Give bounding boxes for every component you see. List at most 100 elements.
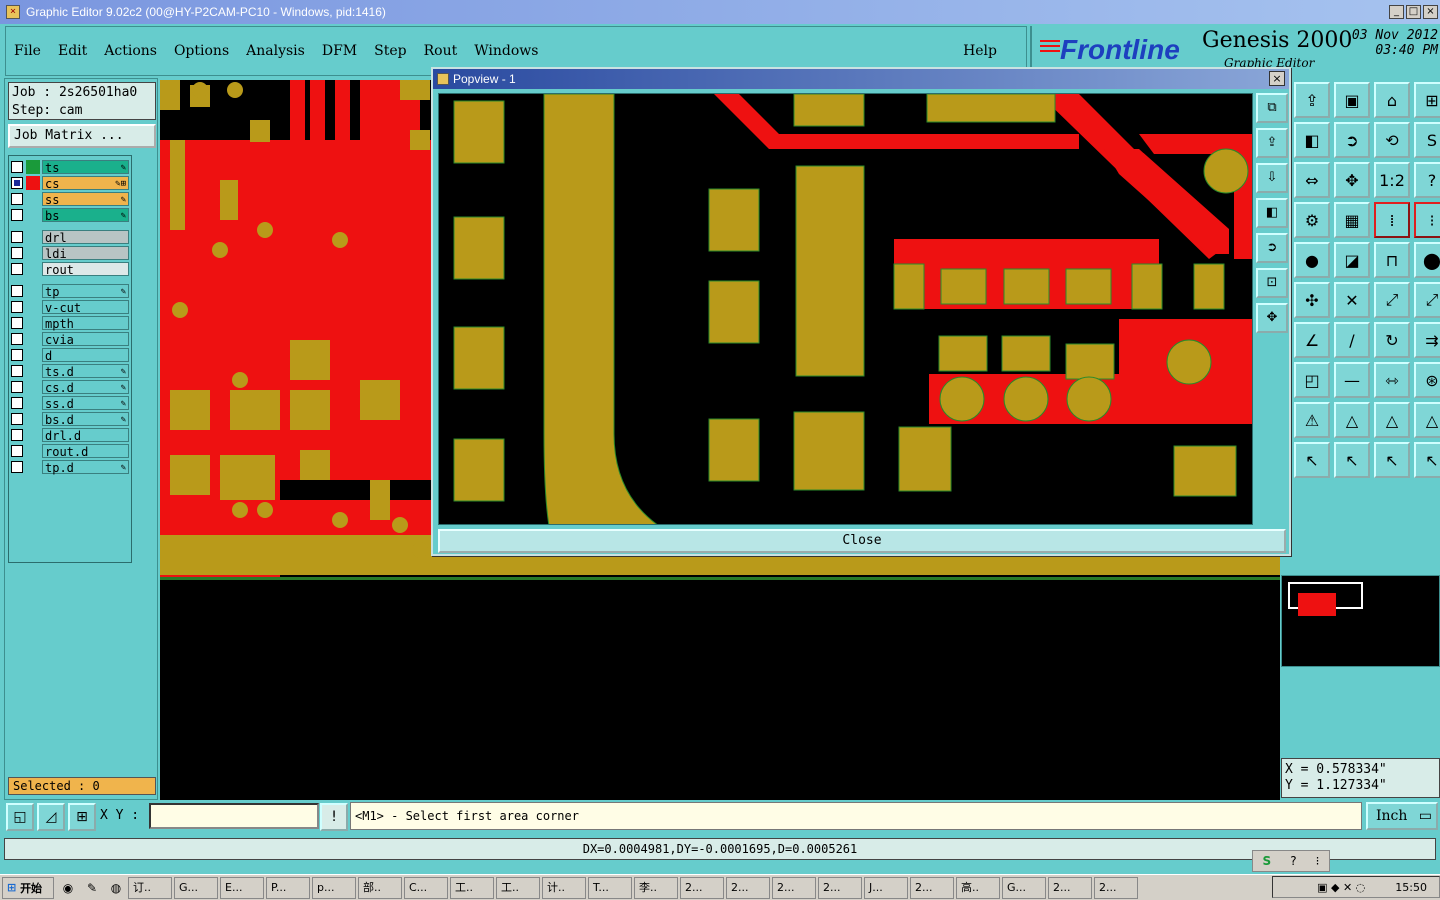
angle-mode-icon[interactable]: ◿: [37, 803, 65, 831]
layer-color-swatch[interactable]: [26, 364, 40, 378]
tool-measure-icon[interactable]: ⇿: [1374, 362, 1410, 398]
layer-color-swatch[interactable]: [26, 284, 40, 298]
layer-checkbox[interactable]: [11, 193, 23, 205]
tool-connect-icon[interactable]: ✣: [1294, 282, 1330, 318]
taskbar-button[interactable]: J...: [864, 876, 908, 899]
layer-color-swatch[interactable]: [26, 300, 40, 314]
layer-row-cs[interactable]: cs ✎⊞: [11, 175, 129, 191]
menu-rout[interactable]: Rout: [424, 43, 458, 59]
layer-row-bs[interactable]: bs ✎: [11, 207, 129, 223]
taskbar-button[interactable]: E...: [220, 876, 264, 899]
layer-row-tp.d[interactable]: tp.d ✎: [11, 459, 129, 475]
popview-zoom-icon[interactable]: ✥: [1256, 303, 1288, 333]
taskbar-button[interactable]: 2...: [726, 876, 770, 899]
xy-input[interactable]: [149, 803, 319, 829]
taskbar-button[interactable]: P...: [266, 876, 310, 899]
layer-row-d[interactable]: d: [11, 347, 129, 363]
layer-checkbox[interactable]: [11, 381, 23, 393]
job-matrix-button[interactable]: Job Matrix ...: [8, 124, 156, 148]
layer-color-swatch[interactable]: [26, 380, 40, 394]
layer-name[interactable]: ss ✎: [42, 192, 129, 207]
layer-row-ldi[interactable]: ldi: [11, 245, 129, 261]
tool-angle-icon[interactable]: ∠: [1294, 322, 1330, 358]
tool-pad-icon[interactable]: ●: [1294, 242, 1330, 278]
tool-forward-icon[interactable]: ➲: [1334, 122, 1370, 158]
quicklaunch-note-icon[interactable]: ✎: [82, 878, 102, 898]
popview-canvas[interactable]: [438, 93, 1253, 525]
tool-save-icon[interactable]: ▣: [1334, 82, 1370, 118]
taskbar-button[interactable]: 计..: [542, 876, 586, 899]
layer-color-swatch[interactable]: [26, 348, 40, 362]
layer-name[interactable]: drl: [42, 230, 129, 245]
tool-left-icon[interactable]: ◧: [1294, 122, 1330, 158]
tool-snap-icon[interactable]: S: [1414, 122, 1440, 158]
layer-checkbox[interactable]: [11, 209, 23, 221]
tool-ruler-icon[interactable]: ⊓: [1374, 242, 1410, 278]
tool-line2-icon[interactable]: ⤢: [1414, 282, 1440, 318]
tool-undo-icon[interactable]: ⟲: [1374, 122, 1410, 158]
layer-row-mpth[interactable]: mpth: [11, 315, 129, 331]
menu-edit[interactable]: Edit: [58, 43, 87, 59]
layer-name[interactable]: bs.d ✎: [42, 412, 129, 427]
tool-tri-icon[interactable]: △: [1334, 402, 1370, 438]
layer-name[interactable]: drl.d: [42, 428, 129, 443]
tool-scale-icon[interactable]: 1:2: [1374, 162, 1410, 198]
layer-row-tp[interactable]: tp ✎: [11, 283, 129, 299]
layer-name[interactable]: ldi: [42, 246, 129, 261]
layer-checkbox[interactable]: [11, 397, 23, 409]
layer-checkbox[interactable]: [11, 231, 23, 243]
layer-color-swatch[interactable]: [26, 428, 40, 442]
tool-warn-icon[interactable]: ⚠: [1294, 402, 1330, 438]
tool-net-icon[interactable]: ⁞: [1374, 202, 1410, 238]
layer-color-swatch[interactable]: [26, 230, 40, 244]
ime-help-icon[interactable]: ?: [1290, 854, 1296, 868]
popview-close-button[interactable]: Close: [438, 529, 1286, 553]
popview-close-x-button[interactable]: ×: [1269, 71, 1285, 86]
taskbar-button[interactable]: 2...: [1094, 876, 1138, 899]
quicklaunch-ie-icon[interactable]: ◉: [58, 878, 78, 898]
layer-color-swatch[interactable]: [26, 460, 40, 474]
tool-net2-icon[interactable]: ⁝: [1414, 202, 1440, 238]
menu-options[interactable]: Options: [174, 43, 229, 59]
layer-color-swatch[interactable]: [26, 246, 40, 260]
layer-name[interactable]: tp.d ✎: [42, 460, 129, 475]
ime-menu-icon[interactable]: ⁝: [1316, 854, 1320, 868]
layer-color-swatch[interactable]: [26, 262, 40, 276]
taskbar-button[interactable]: T...: [588, 876, 632, 899]
layer-checkbox[interactable]: [11, 333, 23, 345]
layer-checkbox[interactable]: [11, 445, 23, 457]
tool-frame-icon[interactable]: ⊞: [1414, 82, 1440, 118]
tool-segment-icon[interactable]: —: [1334, 362, 1370, 398]
tool-pointer3-icon[interactable]: ↖: [1374, 442, 1410, 478]
layer-row-drl[interactable]: drl: [11, 229, 129, 245]
grid-mode-icon[interactable]: ⊞: [68, 803, 96, 831]
tool-home-icon[interactable]: ⌂: [1374, 82, 1410, 118]
tool-cross-icon[interactable]: ✕: [1334, 282, 1370, 318]
tool-grid-icon[interactable]: ▦: [1334, 202, 1370, 238]
layer-name[interactable]: ts ✎: [42, 160, 129, 175]
layer-checkbox[interactable]: [11, 349, 23, 361]
tool-pattern-icon[interactable]: ⊛: [1414, 362, 1440, 398]
layer-checkbox[interactable]: [11, 247, 23, 259]
layer-name[interactable]: bs ✎: [42, 208, 129, 223]
menu-file[interactable]: File: [14, 43, 41, 59]
layer-row-ts.d[interactable]: ts.d ✎: [11, 363, 129, 379]
close-button[interactable]: ×: [1423, 5, 1438, 19]
layer-name[interactable]: rout.d: [42, 444, 129, 459]
taskbar-button[interactable]: 工..: [450, 876, 494, 899]
layer-row-bs.d[interactable]: bs.d ✎: [11, 411, 129, 427]
units-select[interactable]: Inch ▭: [1366, 802, 1438, 830]
layer-checkbox[interactable]: [11, 461, 23, 473]
tool-pointer4-icon[interactable]: ↖: [1414, 442, 1440, 478]
menu-dfm[interactable]: DFM: [322, 43, 357, 59]
tool-slash-icon[interactable]: /: [1334, 322, 1370, 358]
layer-checkbox[interactable]: [11, 413, 23, 425]
popview-down-icon[interactable]: ⇩: [1256, 163, 1288, 193]
alert-icon[interactable]: !: [320, 803, 348, 831]
popview-fit-icon[interactable]: ⊡: [1256, 268, 1288, 298]
taskbar-button[interactable]: 2...: [1048, 876, 1092, 899]
layer-row-cs.d[interactable]: cs.d ✎: [11, 379, 129, 395]
taskbar-button[interactable]: 2...: [772, 876, 816, 899]
tool-pointer-icon[interactable]: ↖: [1294, 442, 1330, 478]
start-button[interactable]: ⊞ 开始: [2, 876, 54, 899]
